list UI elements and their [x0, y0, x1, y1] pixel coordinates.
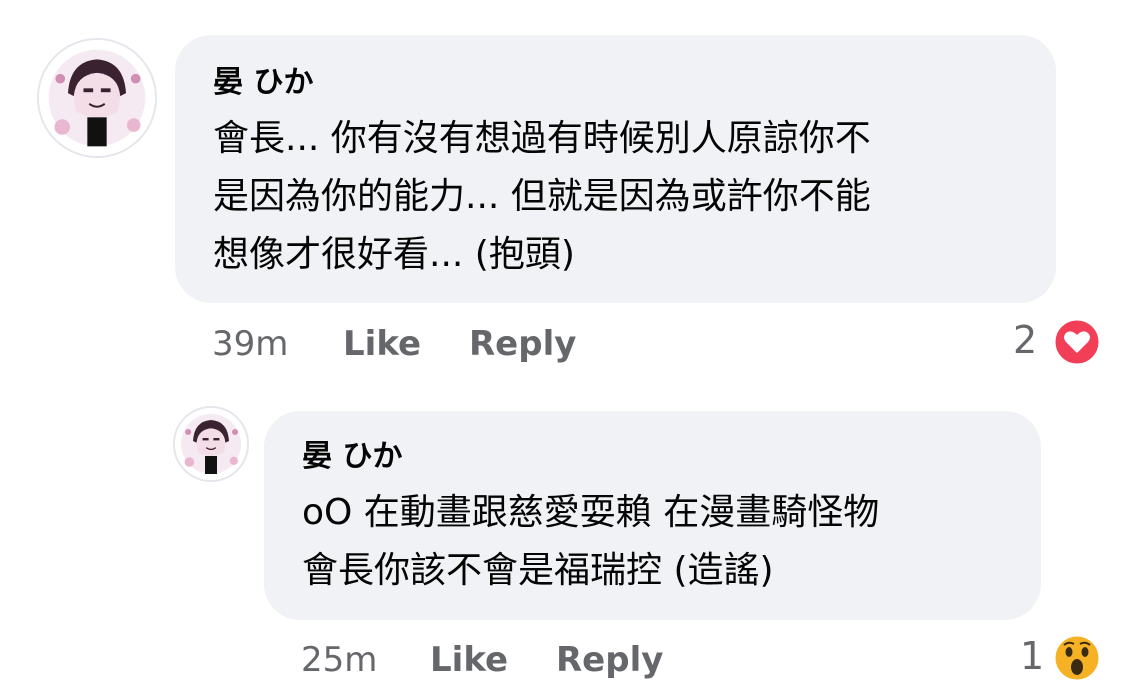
- comment-text-line-2: 會長你該不會是福瑞控 (造謠): [302, 550, 774, 591]
- comment-text-line-2: 是因為你的能力... 但就是因為或許你不能: [213, 176, 871, 217]
- reaction-count: 1: [1020, 634, 1045, 678]
- comment-text-line-1: 會長... 你有沒有想過有時候別人原諒你不: [213, 118, 871, 159]
- heart-reaction-icon: [1052, 317, 1102, 367]
- comment-timestamp[interactable]: 25m: [301, 640, 377, 680]
- avatar[interactable]: [37, 38, 157, 158]
- like-button[interactable]: Like: [430, 640, 508, 680]
- comment-author[interactable]: 晏 ひか: [302, 439, 402, 475]
- avatar-image: [39, 40, 155, 156]
- comment-text-line-1: oO 在動畫跟慈愛耍賴 在漫畫騎怪物: [302, 492, 880, 533]
- comment-timestamp[interactable]: 39m: [212, 324, 288, 364]
- comment-author[interactable]: 晏 ひか: [213, 65, 313, 101]
- like-button[interactable]: Like: [343, 324, 421, 364]
- avatar[interactable]: [173, 406, 249, 482]
- wow-reaction-icon: [1052, 633, 1102, 683]
- avatar-image: [175, 408, 247, 480]
- reaction-count: 2: [1013, 318, 1038, 362]
- reply-button[interactable]: Reply: [556, 640, 663, 680]
- comment-bubble: 晏 ひか 會長... 你有沒有想過有時候別人原諒你不 是因為你的能力... 但就…: [175, 35, 1056, 303]
- comment-text-line-3: 想像才很好看... (抱頭): [213, 234, 575, 275]
- comment-bubble: 晏 ひか oO 在動畫跟慈愛耍賴 在漫畫騎怪物 會長你該不會是福瑞控 (造謠): [264, 411, 1041, 620]
- reply-button[interactable]: Reply: [469, 324, 576, 364]
